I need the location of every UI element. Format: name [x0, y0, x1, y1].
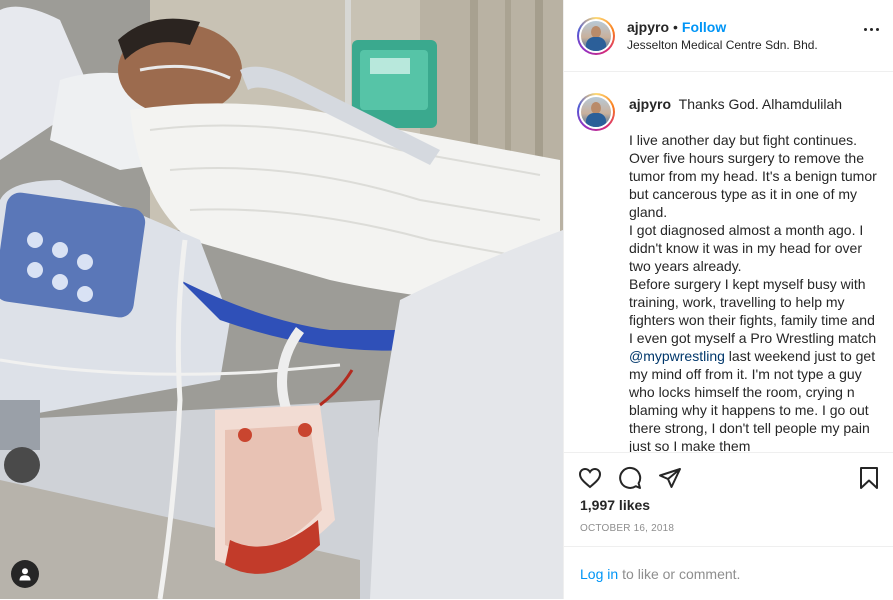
login-bar: Log in to like or comment.: [564, 546, 893, 600]
paper-plane-icon: [659, 468, 681, 488]
caption-avatar[interactable]: [577, 93, 615, 131]
like-button[interactable]: [578, 466, 602, 490]
login-suffix: to like or comment.: [622, 565, 741, 582]
login-link[interactable]: Log in: [580, 566, 618, 582]
bookmark-icon: [860, 467, 878, 489]
username-link[interactable]: ajpyro: [627, 19, 669, 35]
post-sidebar: ajpyro • Follow Jesselton Medical Centre S…: [563, 0, 893, 599]
heart-icon: [578, 467, 602, 489]
post-photo[interactable]: [0, 0, 563, 599]
share-button[interactable]: [658, 466, 682, 490]
save-button[interactable]: [857, 466, 881, 490]
profile-picture: [581, 20, 611, 51]
location-link[interactable]: Jesselton Medical Centre Sdn. Bhd.: [627, 37, 818, 53]
caption-body: ajpyro Thanks God. Alhamdulilah I live a…: [629, 93, 877, 452]
caption-profile-picture: [581, 97, 611, 127]
separator-dot: •: [673, 18, 678, 35]
comment-icon: [619, 466, 642, 489]
user-tag-icon: [19, 568, 31, 581]
post-header: ajpyro • Follow Jesselton Medical Centre S…: [564, 0, 893, 72]
caption-first-line: Thanks God. Alhamdulilah: [678, 96, 843, 112]
follow-button[interactable]: Follow: [682, 19, 726, 35]
more-options-icon[interactable]: [864, 28, 879, 31]
caption-username-link[interactable]: ajpyro: [629, 96, 671, 112]
post-date[interactable]: October 16, 2018: [580, 523, 674, 534]
avatar[interactable]: [577, 16, 615, 55]
caption-text-part-1: I live another day but fight continues. …: [629, 132, 877, 346]
caption-text: I live another day but fight continues. …: [629, 131, 877, 452]
header-text: ajpyro • Follow Jesselton Medical Centre S…: [627, 19, 818, 53]
comment-button[interactable]: [618, 466, 642, 490]
comments-section: ajpyro Thanks God. Alhamdulilah I live a…: [564, 72, 893, 452]
action-bar: [564, 452, 893, 503]
hospital-bed-photo: [0, 0, 563, 599]
caption: ajpyro Thanks God. Alhamdulilah I live a…: [577, 72, 877, 452]
likes-count[interactable]: 1,997 likes: [580, 497, 650, 513]
instagram-post: ajpyro • Follow Jesselton Medical Centre S…: [0, 0, 893, 599]
mention-link[interactable]: @mypwrestling: [629, 348, 725, 364]
user-tag-button[interactable]: [11, 560, 39, 588]
